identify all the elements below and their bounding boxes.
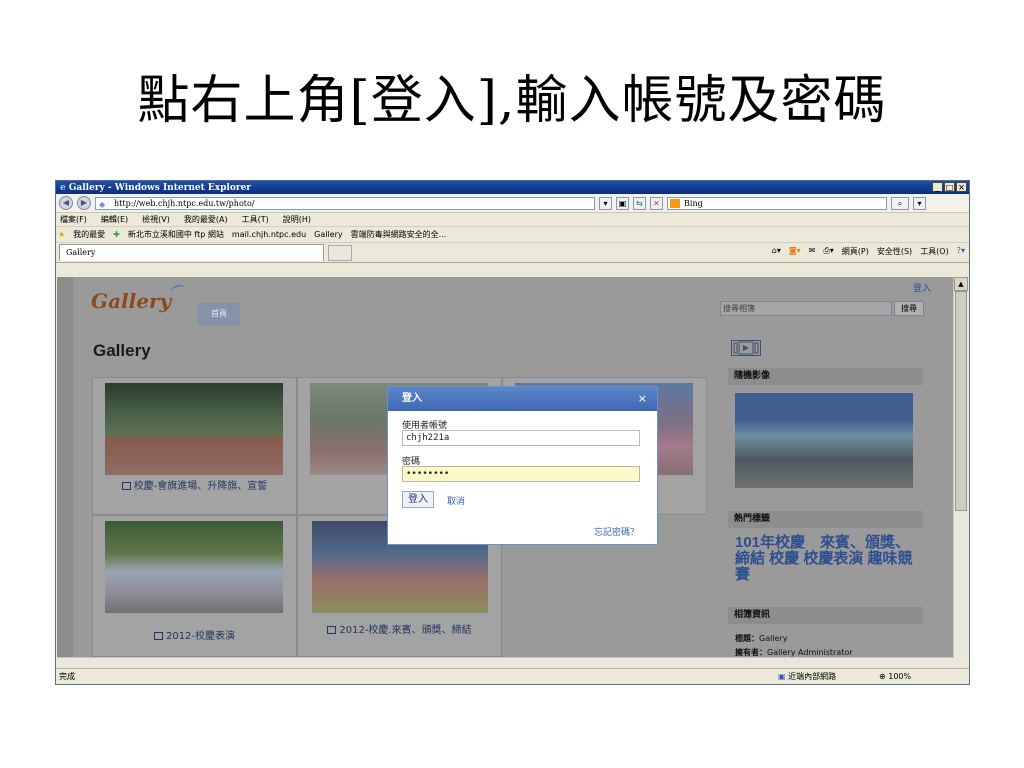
favorite-link-gallery[interactable]: Gallery bbox=[314, 230, 343, 239]
status-text: 完成 bbox=[59, 672, 75, 681]
add-favorite-icon[interactable]: ✚ bbox=[113, 230, 120, 239]
menu-tools[interactable]: 工具(T) bbox=[242, 214, 269, 225]
forward-icon[interactable]: ▶ bbox=[77, 196, 91, 210]
favorites-button[interactable]: 我的最愛 bbox=[73, 229, 105, 240]
search-options-icon[interactable]: ▾ bbox=[913, 196, 926, 210]
menu-view[interactable]: 檢視(V) bbox=[142, 214, 170, 225]
favorites-star-icon: ★ bbox=[58, 230, 66, 239]
login-dialog-title: 登入 bbox=[402, 393, 422, 404]
window-controls: _ □ × bbox=[932, 182, 967, 192]
album-info-owner: 擁有者：Gallery Administrator bbox=[735, 648, 853, 657]
refresh-icon[interactable]: ⇆ bbox=[633, 196, 646, 210]
random-image[interactable] bbox=[735, 393, 913, 488]
login-dialog: 登入 × 使用者帳號 chjh221a 密碼 •••••••• 登入 取消 忘記… bbox=[387, 386, 658, 545]
album-icon bbox=[121, 482, 131, 490]
album-caption[interactable]: 2012-校慶.來賓、頒獎、締結 bbox=[339, 625, 471, 636]
feeds-icon[interactable]: ◙▾ bbox=[789, 246, 801, 257]
slide-title: 點右上角[登入],輸入帳號及密碼 bbox=[137, 71, 887, 131]
help-icon[interactable]: ?▾ bbox=[957, 246, 965, 257]
favorite-link-mail[interactable]: mail.chjh.ntpc.edu bbox=[232, 230, 306, 239]
browser-window: e Gallery - Windows Internet Explorer _ … bbox=[55, 180, 970, 685]
play-icon bbox=[733, 341, 759, 355]
login-link[interactable]: 登入 bbox=[913, 281, 931, 294]
username-field[interactable]: chjh221a bbox=[402, 430, 640, 446]
slideshow-icon[interactable] bbox=[731, 340, 761, 356]
album-info-header: 相簿資訊 bbox=[728, 607, 923, 624]
album-thumbnail[interactable] bbox=[105, 383, 283, 475]
menu-bar: 檔案(F) 編輯(E) 檢視(V) 我的最愛(A) 工具(T) 說明(H) bbox=[56, 213, 969, 227]
print-icon[interactable]: ⎙▾ bbox=[823, 246, 833, 257]
search-input[interactable]: Bing bbox=[667, 196, 887, 210]
album-search-input[interactable]: 搜尋相簿 bbox=[720, 301, 892, 316]
favorite-link-ftp[interactable]: 新北市立溪和國中 ftp 網站 bbox=[128, 229, 224, 240]
scrollbar-thumb[interactable] bbox=[955, 291, 967, 511]
new-tab-button[interactable] bbox=[328, 244, 352, 261]
back-icon[interactable]: ◀ bbox=[59, 196, 73, 210]
album-info-title: 標題：Gallery bbox=[735, 634, 788, 643]
album-caption[interactable]: 校慶-會旗進場、升降旗、宣誓 bbox=[134, 481, 268, 492]
security-zone: ▣ 近端內部網路 bbox=[778, 672, 837, 681]
ie-logo-icon: e bbox=[60, 182, 66, 193]
scroll-up-icon[interactable]: ▲ bbox=[954, 277, 968, 291]
title-bar: e Gallery - Windows Internet Explorer _ … bbox=[56, 181, 969, 194]
gallery-logo[interactable]: Gallery bbox=[91, 289, 171, 313]
page-icon: ◆ bbox=[99, 199, 106, 209]
zoom-level[interactable]: ⊕ 100% bbox=[873, 672, 969, 681]
album-thumbnail[interactable] bbox=[105, 521, 283, 613]
album-search: 搜尋相簿 搜尋 bbox=[720, 301, 924, 316]
forgot-password-link[interactable]: 忘記密碼？ bbox=[594, 525, 639, 538]
compatibility-icon[interactable]: ▣ bbox=[616, 196, 629, 210]
dropdown-icon[interactable]: ▾ bbox=[599, 196, 612, 210]
search-icon[interactable]: ⌕ bbox=[891, 196, 909, 210]
login-dialog-header: 登入 × bbox=[388, 387, 657, 411]
close-button[interactable]: × bbox=[956, 182, 967, 192]
gallery-page: 登入 Gallery 首頁 搜尋相簿 搜尋 Gallery 校慶-會旗進場、升降… bbox=[73, 277, 953, 657]
address-bar: ◀ ▶ ◆ http://web.chjh.ntpc.edu.tw/photo/… bbox=[56, 194, 969, 213]
popular-tags[interactable]: 101年校慶 來賓、頒獎、締結 校慶 校慶表演 趣味競賽 bbox=[735, 535, 925, 583]
random-image-header: 隨機影像 bbox=[728, 368, 923, 385]
tab-bar: Gallery ⌂▾ ◙▾ ✉ ⎙▾ 網頁(P) 安全性(S) 工具(O) ?▾ bbox=[56, 243, 969, 263]
favorites-bar: ★ 我的最愛 ✚ 新北市立溪和國中 ftp 網站 mail.chjh.ntpc.… bbox=[56, 227, 969, 243]
album-icon bbox=[153, 632, 163, 640]
command-bar: ⌂▾ ◙▾ ✉ ⎙▾ 網頁(P) 安全性(S) 工具(O) ?▾ bbox=[772, 246, 965, 257]
login-submit-button[interactable]: 登入 bbox=[402, 491, 434, 508]
safety-menu[interactable]: 安全性(S) bbox=[877, 246, 912, 257]
zoom-icon: ⊕ bbox=[879, 672, 889, 681]
gallery-heading: Gallery bbox=[93, 341, 151, 360]
page-viewport: 登入 Gallery 首頁 搜尋相簿 搜尋 Gallery 校慶-會旗進場、升降… bbox=[57, 277, 954, 657]
page-menu[interactable]: 網頁(P) bbox=[842, 246, 869, 257]
album-card[interactable]: 校慶-會旗進場、升降旗、宣誓 bbox=[92, 377, 297, 515]
vertical-scrollbar[interactable]: ▲ bbox=[953, 277, 968, 657]
album-caption[interactable]: 2012-校慶表演 bbox=[166, 631, 235, 642]
status-bar: 完成 ▣ 近端內部網路 ⊕ 100% bbox=[56, 668, 969, 684]
cancel-link[interactable]: 取消 bbox=[447, 494, 465, 507]
stop-icon[interactable]: ✕ bbox=[650, 196, 663, 210]
url-input[interactable]: ◆ http://web.chjh.ntpc.edu.tw/photo/ bbox=[95, 196, 595, 210]
menu-file[interactable]: 檔案(F) bbox=[60, 214, 87, 225]
tab-gallery[interactable]: Gallery bbox=[59, 244, 324, 261]
maximize-button[interactable]: □ bbox=[944, 182, 955, 192]
album-card[interactable]: 2012-校慶表演 bbox=[92, 515, 297, 657]
window-title: Gallery - Windows Internet Explorer bbox=[68, 182, 252, 193]
logo-swoosh-icon bbox=[169, 282, 187, 298]
password-field[interactable]: •••••••• bbox=[402, 466, 640, 482]
album-search-button[interactable]: 搜尋 bbox=[894, 301, 924, 316]
minimize-button[interactable]: _ bbox=[932, 182, 943, 192]
menu-favorites[interactable]: 我的最愛(A) bbox=[184, 214, 228, 225]
popular-tags-header: 熱門標籤 bbox=[728, 511, 923, 528]
tools-menu[interactable]: 工具(O) bbox=[920, 246, 949, 257]
album-icon bbox=[327, 626, 337, 634]
favorite-link-antivirus[interactable]: 雲端防毒與網路安全的全... bbox=[351, 229, 447, 240]
menu-help[interactable]: 說明(H) bbox=[283, 214, 311, 225]
zone-icon: ▣ bbox=[778, 672, 789, 681]
close-dialog-icon[interactable]: × bbox=[638, 387, 647, 411]
mail-icon[interactable]: ✉ bbox=[809, 246, 816, 257]
bing-icon bbox=[670, 198, 680, 208]
home-icon[interactable]: ⌂▾ bbox=[772, 246, 781, 257]
menu-edit[interactable]: 編輯(E) bbox=[101, 214, 128, 225]
nav-home-tab[interactable]: 首頁 bbox=[198, 303, 240, 325]
